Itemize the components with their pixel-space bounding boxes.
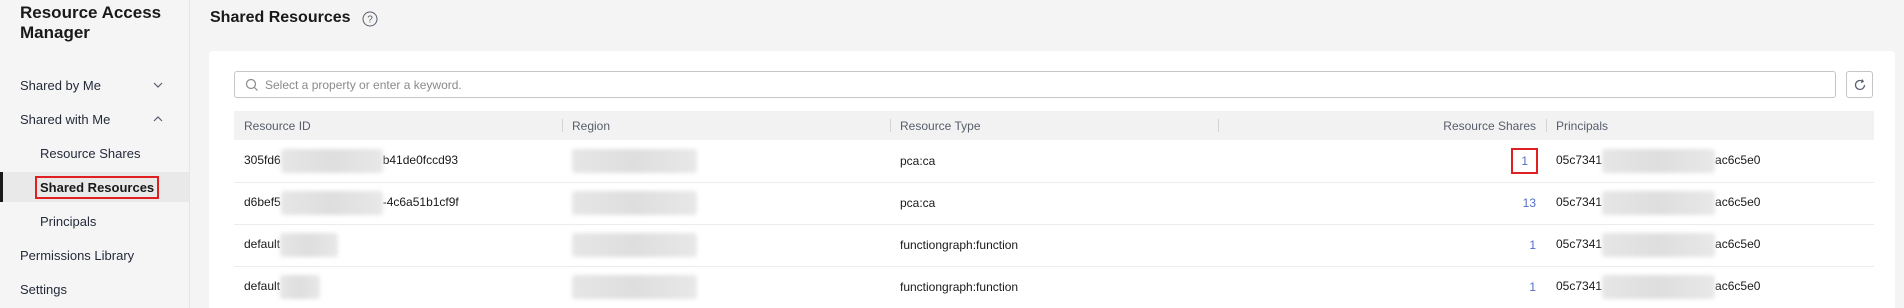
search-input[interactable] [265,77,1765,92]
redacted-block [572,148,697,173]
sidebar-item-label: Resource Shares [40,145,141,161]
sidebar-item-shared-with-me[interactable]: Shared with Me [0,104,189,134]
resource-id-suffix: b41de0fccd93 [382,152,459,167]
principal-suffix: ac6c5e0 [1715,152,1761,167]
sidebar-item-label: Shared by Me [20,77,101,93]
sidebar-item-settings[interactable]: Settings [0,274,189,304]
resource-id-prefix: 305fd6 [244,152,281,167]
redacted-block [1602,233,1716,257]
sidebar-item-shared-resources[interactable]: Shared Resources [0,172,189,202]
resource-type-cell: functiongraph:function [890,266,1218,308]
content-card: Resource ID Region Resource Type Resourc… [209,51,1895,308]
redacted-block [1602,148,1716,173]
redacted-block [572,233,697,257]
resource-type-cell: pca:ca [890,182,1218,225]
redacted-block [572,191,697,215]
resource-shares-cell: 1 [1218,224,1546,267]
principal-suffix: ac6c5e0 [1715,237,1761,252]
resource-shares-link[interactable]: 1 [1529,280,1536,294]
region-cell [562,140,890,183]
principals-cell: 05c7341 ac6c5e0 [1546,224,1874,267]
resource-shares-link[interactable]: 1 [1529,238,1536,252]
redacted-block [1602,191,1716,215]
help-icon[interactable]: ? [362,11,378,27]
column-header-region[interactable]: Region [562,111,890,140]
redacted-block [280,191,383,215]
resource-id-cell: 305fd6 b41de0fccd93 [234,140,562,183]
resource-shares-cell: 13 [1218,182,1546,225]
principals-cell: 05c7341 ac6c5e0 [1546,140,1874,183]
resource-id-cell: d6bef5 -4c6a51b1cf9f [234,182,562,225]
column-header-principals[interactable]: Principals [1546,111,1874,140]
sidebar-item-label: Shared with Me [20,111,111,127]
sidebar-item-label: Shared Resources [34,175,160,199]
refresh-icon [1854,78,1865,90]
region-cell [562,266,890,308]
search-bar[interactable] [234,71,1836,98]
table-header-row: Resource ID Region Resource Type Resourc… [234,111,1874,140]
resource-id-prefix: default [244,237,281,252]
sidebar-item-principals[interactable]: Principals [0,206,189,236]
redacted-block [1602,275,1716,299]
chevron-down-icon [153,82,163,88]
resource-type-cell: pca:ca [890,140,1218,183]
column-header-resource-shares[interactable]: Resource Shares [1218,111,1546,140]
resource-shares-cell: 1 [1218,266,1546,308]
app-title: Resource Access Manager [20,3,162,42]
principal-prefix: 05c7341 [1556,152,1603,167]
resource-shares-link[interactable]: 1 [1511,147,1538,174]
chevron-up-icon [153,116,163,122]
page-title: Shared Resources [210,9,351,26]
resource-id-prefix: default [244,279,281,294]
column-header-resource-id[interactable]: Resource ID [234,111,562,140]
principal-suffix: ac6c5e0 [1715,195,1761,210]
table-row: d6bef5 -4c6a51b1cf9f pca:ca 13 05c7341 ac6… [234,182,1874,225]
principal-suffix: ac6c5e0 [1715,279,1761,294]
resource-shares-cell: 1 [1218,140,1546,183]
refresh-button[interactable] [1846,71,1873,98]
principal-prefix: 05c7341 [1556,279,1603,294]
sidebar-item-permissions-library[interactable]: Permissions Library [0,240,189,270]
sidebar-item-shared-by-me[interactable]: Shared by Me [0,70,189,100]
column-header-resource-type[interactable]: Resource Type [890,111,1218,140]
sidebar-item-label: Settings [20,281,67,297]
resource-id-suffix: -4c6a51b1cf9f [382,195,459,210]
resource-type-cell: functiongraph:function [890,224,1218,267]
redacted-block [280,233,339,257]
principals-cell: 05c7341 ac6c5e0 [1546,182,1874,225]
sidebar-item-label: Permissions Library [20,247,135,263]
redacted-block [280,148,383,173]
principal-prefix: 05c7341 [1556,237,1603,252]
table-row: default functiongraph:function 1 05c7341… [234,266,1874,308]
table-row: default functiongraph:function 1 05c7341… [234,224,1874,267]
resource-id-cell: default [234,266,562,308]
redacted-block [572,275,697,299]
resource-shares-link[interactable]: 13 [1523,196,1536,210]
principals-cell: 05c7341 ac6c5e0 [1546,266,1874,308]
shared-resources-table: Resource ID Region Resource Type Resourc… [234,111,1874,308]
table-row: 305fd6 b41de0fccd93 pca:ca 1 05c7341 ac6c5… [234,140,1874,183]
sidebar-item-resource-shares[interactable]: Resource Shares [0,138,189,168]
svg-text:?: ? [367,15,373,26]
sidebar: Resource Access Manager Shared by Me Sha… [0,0,190,308]
region-cell [562,224,890,267]
resource-id-cell: default [234,224,562,267]
redacted-block [280,275,321,299]
region-cell [562,182,890,225]
principal-prefix: 05c7341 [1556,195,1603,210]
search-icon [245,78,258,91]
sidebar-item-label: Principals [40,213,97,229]
resource-id-prefix: d6bef5 [244,195,281,210]
